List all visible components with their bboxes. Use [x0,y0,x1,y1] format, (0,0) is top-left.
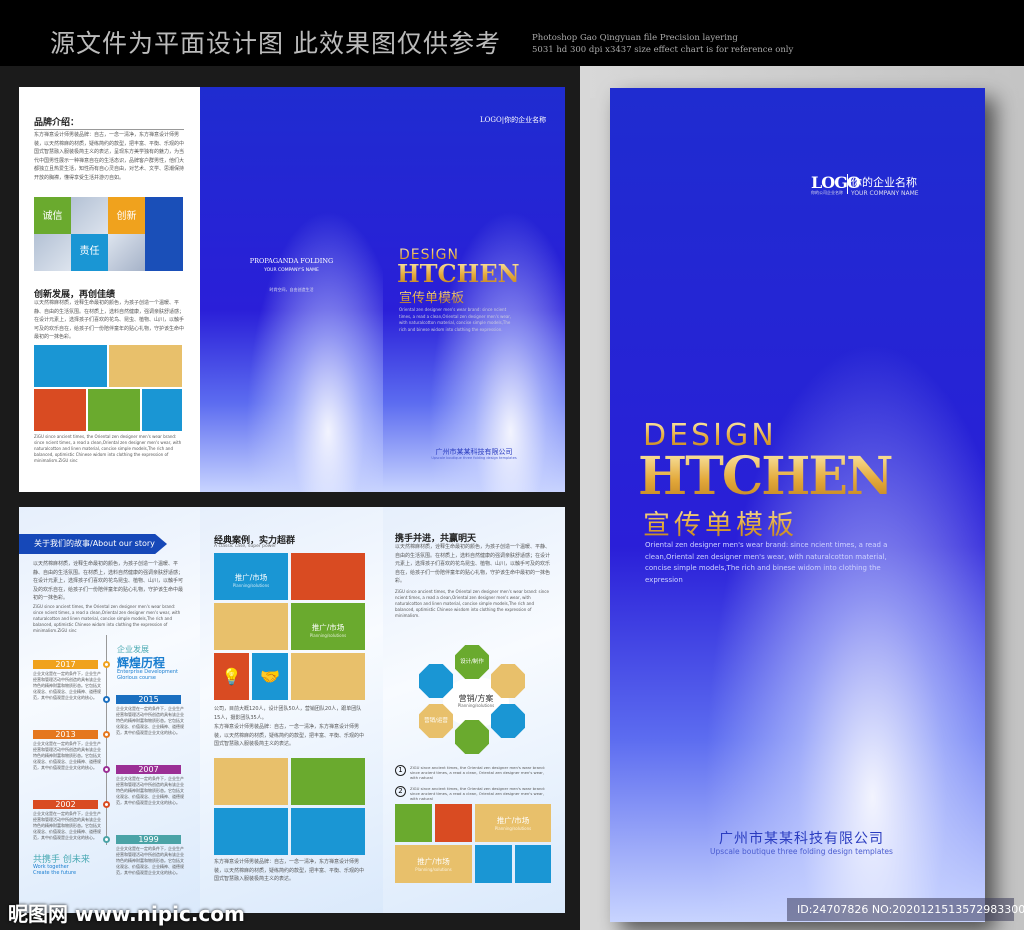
list-item: 2 ZiGU since ancient times, the Oriental … [395,786,553,801]
divider [34,129,184,130]
dev-en2: Glorious course [117,675,156,681]
tile-sub: Planning/solutions [415,867,452,873]
story-en: ZiGU since ancient times, the Oriental z… [33,604,181,633]
item-number: 1 [395,765,406,776]
timeline-year: 2002 [33,800,98,809]
timeline-text: 企业文化是在一定的条件下，企业生产经营和管理活动中所创造的具有该企业特色的精神财… [33,741,101,770]
timeline-text: 企业文化是在一定的条件下，企业生产经营和管理活动中所创造的具有该企业特色的精神财… [116,706,184,735]
htchen-title: HTCHEN [397,259,520,288]
front-cover-small: LOGO|你的企业名称 DESIGN HTCHEN 宣传单模板 Oriental… [383,87,565,492]
header-subtitle: 5031 hd 300 dpi x3437 size effect chart … [532,45,794,55]
brand-heading: 品牌介绍： [34,118,80,128]
cover-logo-text: 你的企业名称 YOUR COMPANY NAME [847,174,919,197]
watermark-site: 昵图网 www.nipic.com [8,902,245,926]
timeline-dot [103,836,110,843]
tile-sub: Planning/solutions [309,632,347,638]
timeline-dot [103,661,110,668]
watermark-id: ID:24707826 NO:20201215135729833001 [787,898,1024,921]
tile-label: 创新 [116,211,137,222]
cases-panel: 经典案例，实力超群 A classic case, super power 推广… [200,507,383,913]
cover-cn-title: 宣传单模板 [643,503,798,542]
cover-logo-en: YOUR COMPANY NAME [851,190,919,197]
tile-label: 责任 [79,246,100,257]
back-cover-panel: PROPAGANDA FOLDING YOUR COMPANY'S NAME 时… [200,87,383,492]
timeline-text: 企业文化是在一定的条件下，企业生产经营和管理活动中所创造的具有该企业特色的精神财… [116,846,184,875]
timeline-text: 企业文化是在一定的条件下，企业生产经营和管理活动中所创造的具有该企业特色的精神财… [33,671,101,700]
tile-label: 推广/市场 [234,572,268,582]
tile-label: 推广/市场 [311,622,345,632]
lightbulb-icon: 💡 [214,653,249,700]
timeline-dot [103,731,110,738]
cases-text1: 公司，目前大概120人，设计团队50人，营销团队20人，跟单团队15人，摄影团队… [214,706,362,721]
cn-title: 宣传单模板 [399,287,464,306]
oct-label: 设计/制作 [460,659,484,665]
tile-label: 诚信 [42,211,63,222]
timeline-year: 2015 [116,695,181,704]
brand-text: 东方禅意设计师男装品牌：自古，一念一清净，东方禅意设计师男装，以天然棉麻的材质，… [34,132,185,181]
story-text: 以天然棉麻材质，诠释生命最初的颜色，为孩子创造一个温暖、平静、自由的生活氛围。在… [33,561,184,601]
description: Oriental zen designer men's wear brand: … [399,307,512,332]
cover-htchen: HTCHEN [638,446,894,507]
footer-en2: Create the future [33,870,77,876]
header-title: 源文件为平面设计图 此效果图仅供参考 [50,29,501,58]
item-text: ZiGU since ancient times, the Oriental z… [410,786,546,801]
cover-logo-small: 你的公司企业名称 [811,190,843,195]
timeline-year: 2013 [33,730,98,739]
handshake-icon: 🤝 [252,653,288,700]
header-subtitle: Photoshop Gao Qingyuan file Precision la… [532,33,738,43]
cover-company: 广州市某某科技有限公司 [719,831,884,847]
cover-company-en: Upscale boutique three folding design te… [710,847,893,856]
photo-grid: 诚信 创新 责任 [34,197,183,271]
list-item: 1 ZiGU since ancient times, the Oriental … [395,765,553,780]
item-number: 2 [395,786,406,797]
octagon: 设计/制作 [455,645,489,679]
oct-label: 营销/运营 [424,718,448,724]
logo: LOGO [480,116,502,124]
story-panel: 关于我们的故事/About our story 以天然棉麻材质，诠释生命最初的颜… [19,507,200,913]
inner-left-panel: 品牌介绍： 东方禅意设计师男装品牌：自古，一念一清净，东方禅意设计师男装，以天然… [19,87,200,492]
cover-description: Oriental zen designer men's wear brand: … [645,541,888,584]
tile-sub: Planning/solutions [494,826,532,832]
story-banner: 关于我们的故事/About our story [19,534,167,554]
company-name: YOUR COMPANY'S NAME [264,268,319,273]
timeline-text: 企业文化是在一定的条件下，企业生产经营和管理活动中所创造的具有该企业特色的精神财… [116,776,184,805]
timeline-year: 2017 [33,660,98,669]
timeline-dot [103,801,110,808]
cases-sub: A classic case, super power [214,544,277,549]
cover-panel: LOGO 你的公司企业名称 你的企业名称 YOUR COMPANY NAME D… [610,88,985,922]
tile-sub: Planning/solutions [232,582,270,588]
timeline-text: 企业文化是在一定的条件下，企业生产经营和管理活动中所创造的具有该企业特色的精神财… [33,811,101,840]
propaganda-title: PROPAGANDA FOLDING [249,257,334,265]
timeline-dot [103,766,110,773]
section-text: 以天然棉麻材质，诠释生命最初的颜色，为孩子创造一个温暖、平静、自由的生活氛围。在… [34,300,185,340]
timeline-year: 1999 [116,835,181,844]
en-text: ZiGU since ancient times, the Oriental z… [34,434,182,463]
together-panel: 携手并进，共赢明天 以天然棉麻材质，诠释生命最初的颜色，为孩子创造一个温暖、平静… [383,507,565,913]
tagline: 时尚空间，自由创造生活 [269,287,314,292]
logo-cn: 你的企业名称 [504,116,547,124]
together-en: ZiGU since ancient times, the Oriental z… [395,589,549,618]
tile-label: 推广/市场 [417,857,450,867]
cases-text2: 东方禅意设计师男装品牌：自古，一念一清净，东方禅意设计师男装，以天然棉麻的材质，… [214,724,365,747]
together-text: 以天然棉麻材质，诠释生命最初的颜色，为孩子创造一个温暖、平静、自由的生活氛围。在… [395,544,551,584]
cases-text3: 东方禅意设计师男装品牌：自古，一念一清净，东方禅意设计师男装，以天然棉麻的材质，… [214,859,365,882]
timeline-year: 2007 [116,765,181,774]
item-text: ZiGU since ancient times, the Oriental z… [410,765,546,780]
cover-logo-cn: 你的企业名称 [851,176,917,189]
timeline-dot [103,696,110,703]
tile-label: 推广/市场 [496,816,530,826]
numbered-list: 1 ZiGU since ancient times, the Oriental … [395,765,553,801]
company-en: Upscale boutique three folding design te… [431,456,517,460]
